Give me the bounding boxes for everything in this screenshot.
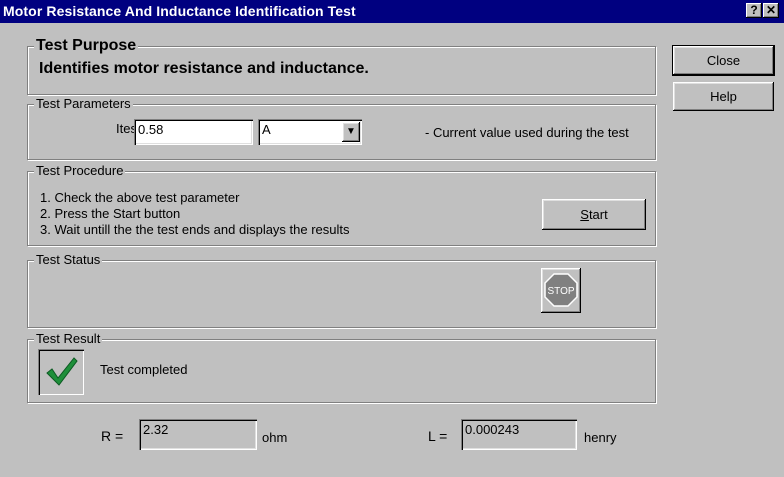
- start-button[interactable]: Start: [542, 199, 646, 230]
- start-button-label: tart: [588, 207, 608, 222]
- close-icon[interactable]: ✕: [763, 3, 779, 18]
- r-value-field: 2.32: [139, 419, 257, 450]
- test-status-legend: Test Status: [34, 252, 103, 268]
- start-button-mnemonic: S: [580, 207, 589, 222]
- itest-input[interactable]: 0.58: [134, 119, 253, 145]
- r-unit: ohm: [262, 430, 288, 445]
- test-parameters-group: Test Parameters Itest 0.58 A ▼ - Current…: [27, 96, 656, 160]
- procedure-step-1: 1. Check the above test parameter: [40, 190, 240, 205]
- window-title: Motor Resistance And Inductance Identifi…: [3, 3, 356, 19]
- l-unit: henry: [584, 430, 617, 445]
- stop-sign-icon: STOP: [544, 273, 578, 307]
- test-purpose-group: Test Purpose Identifies motor resistance…: [27, 36, 656, 95]
- checkmark-icon: [46, 357, 78, 386]
- chevron-down-icon[interactable]: ▼: [342, 122, 360, 142]
- title-bar[interactable]: Motor Resistance And Inductance Identifi…: [0, 0, 784, 23]
- l-value-field: 0.000243: [461, 419, 577, 450]
- close-button[interactable]: Close: [672, 45, 775, 76]
- test-result-group: Test Result Test completed: [27, 331, 656, 403]
- itest-description: - Current value used during the test: [425, 125, 629, 140]
- stop-sign-text: STOP: [547, 286, 574, 297]
- unit-select[interactable]: A ▼: [258, 119, 362, 145]
- result-indicator: [38, 349, 84, 395]
- test-parameters-legend: Test Parameters: [34, 96, 133, 112]
- r-label: R =: [101, 428, 124, 444]
- unit-selected-value: A: [262, 122, 271, 137]
- test-procedure-legend: Test Procedure: [34, 163, 126, 179]
- dialog-window: Motor Resistance And Inductance Identifi…: [0, 0, 784, 477]
- test-purpose-legend: Test Purpose: [34, 36, 139, 56]
- test-procedure-group: Test Procedure 1. Check the above test p…: [27, 163, 656, 246]
- l-label: L =: [428, 428, 448, 444]
- result-message: Test completed: [100, 362, 188, 377]
- procedure-step-2: 2. Press the Start button: [40, 206, 181, 221]
- stop-button[interactable]: STOP: [541, 268, 581, 313]
- procedure-step-3: 3. Wait untill the the test ends and dis…: [40, 222, 350, 237]
- help-icon[interactable]: ?: [746, 3, 762, 18]
- test-purpose-text: Identifies motor resistance and inductan…: [39, 60, 369, 77]
- help-button[interactable]: Help: [673, 82, 774, 111]
- test-result-legend: Test Result: [34, 331, 103, 347]
- test-status-group: Test Status STOP: [27, 252, 656, 328]
